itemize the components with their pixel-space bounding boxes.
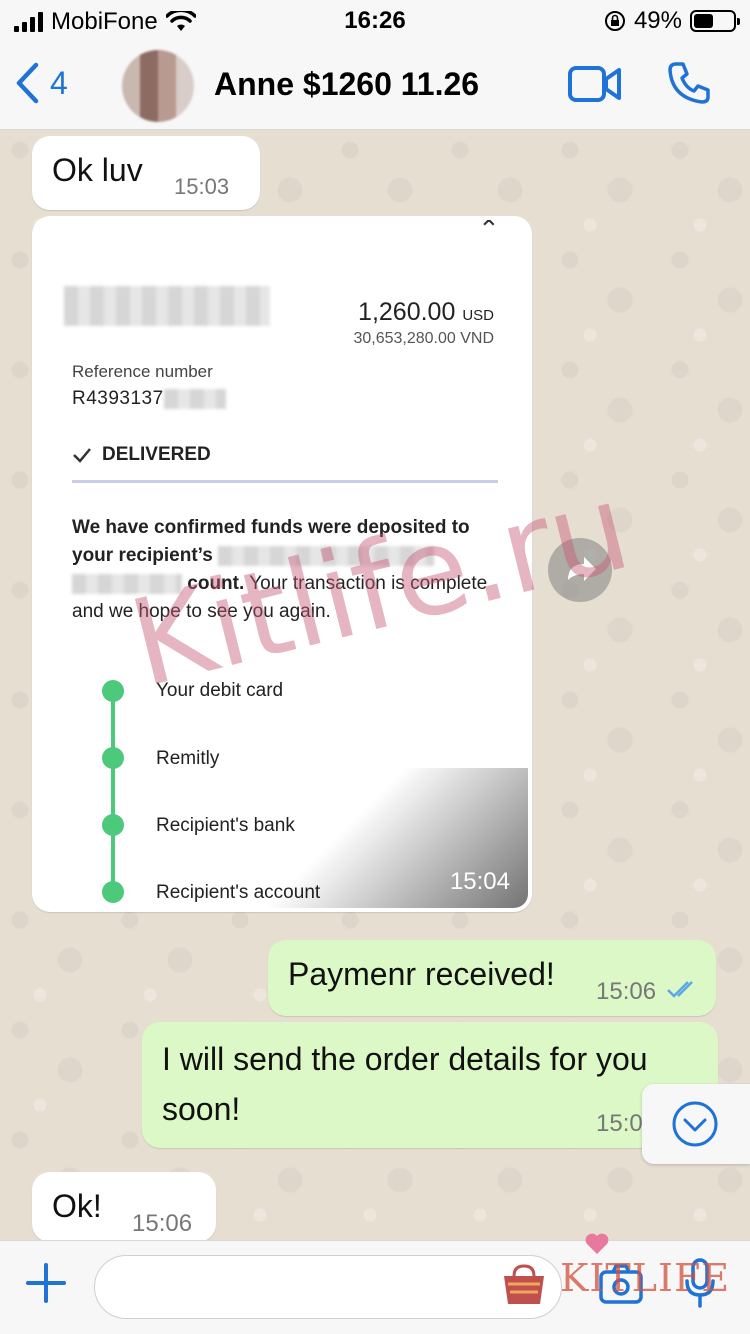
timeline-dot xyxy=(102,881,124,903)
sticker-icon[interactable] xyxy=(498,1262,550,1306)
timeline-dot xyxy=(102,747,124,769)
delivery-status: DELIVERED xyxy=(72,444,211,466)
message-time: 15:0 xyxy=(596,1110,643,1137)
message-time: 15:03 xyxy=(174,174,230,199)
chat-header: 4 Anne $1260 11.26 xyxy=(0,42,750,130)
contact-avatar[interactable] xyxy=(122,50,194,122)
battery-percent: 49% xyxy=(633,7,682,34)
battery-fill xyxy=(694,14,713,28)
message-input[interactable] xyxy=(94,1255,562,1319)
read-receipt-icon xyxy=(667,981,693,998)
timeline-dot xyxy=(102,814,124,836)
message-text: Ok luv xyxy=(52,152,143,188)
reference-label: Reference number xyxy=(72,362,213,381)
message-bubble-incoming[interactable]: Ok luv 15:03 xyxy=(32,136,260,210)
redacted-reference xyxy=(163,388,226,409)
message-bubble-outgoing[interactable]: I will send the order details for you so… xyxy=(142,1022,718,1148)
reference-number: R4393137 xyxy=(72,388,226,410)
orientation-lock-icon xyxy=(604,11,625,31)
brand-logo: KITLIFE xyxy=(560,1256,731,1300)
status-right: 49% xyxy=(604,7,740,35)
scroll-to-bottom-button[interactable] xyxy=(642,1084,750,1164)
chevron-down-circle-icon xyxy=(672,1101,718,1147)
status-divider xyxy=(72,480,498,483)
contact-name[interactable]: Anne $1260 11.26 xyxy=(214,66,479,103)
phone-icon[interactable] xyxy=(666,60,712,106)
message-bubble-incoming[interactable]: Ok! 15:06 xyxy=(32,1172,216,1242)
video-call-icon[interactable] xyxy=(568,64,622,104)
chevron-left-icon xyxy=(16,62,39,104)
plus-icon[interactable] xyxy=(24,1261,68,1305)
amount-currency: USD xyxy=(462,307,494,324)
timeline-line xyxy=(111,690,115,896)
check-icon xyxy=(73,448,91,463)
status-text: DELIVERED xyxy=(102,444,211,465)
message-time: 15:06 xyxy=(596,978,657,1005)
amount-vnd: 30,653,280.00 VND xyxy=(353,330,494,347)
timeline-dot xyxy=(102,680,124,702)
reference-value: R4393137 xyxy=(72,388,164,409)
amount-usd: 1,260.00 USD xyxy=(358,298,494,327)
amount-value: 1,260.00 xyxy=(358,298,456,326)
message-text: Paymenr received! xyxy=(288,956,555,992)
message-time: 15:06 xyxy=(132,1210,193,1237)
heart-icon xyxy=(585,1233,609,1254)
battery-icon xyxy=(690,10,740,32)
message-text: Ok! xyxy=(52,1188,102,1224)
back-button[interactable]: 4 xyxy=(14,62,68,104)
unread-count: 4 xyxy=(50,64,68,101)
redacted-name xyxy=(64,286,270,326)
timeline-step: Remitly xyxy=(156,748,220,769)
message-time: 15:04 xyxy=(449,868,510,895)
status-bar: MobiFone 16:26 49% xyxy=(0,0,750,42)
message-bubble-outgoing[interactable]: Paymenr received! 15:06 xyxy=(268,940,716,1016)
close-icon: ⌃ xyxy=(478,220,500,244)
